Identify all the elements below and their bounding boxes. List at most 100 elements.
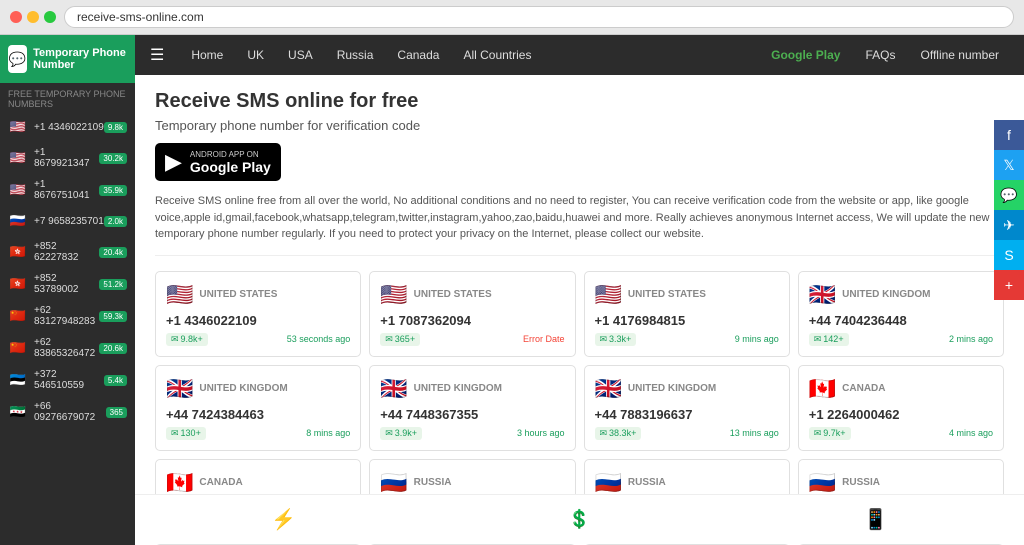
nav-right: Google Play FAQs Offline number [761,48,1009,62]
sidebar-item[interactable]: 🇸🇾 +66 09276679072 365 [0,396,135,428]
flag-icon: 🇺🇸 [8,117,28,137]
nav-link-russia[interactable]: Russia [325,35,386,75]
flag-icon: 🇷🇺 [809,470,836,496]
google-play-text: ANDROID APP ON Google Play [190,150,271,175]
time-label: 13 mins ago [730,428,779,438]
sidebar-item[interactable]: 🇺🇸 +1 8679921347 30.2k [0,142,135,174]
time-label: 3 hours ago [517,428,565,438]
message-icon: ✉ [171,428,179,439]
sidebar-phone: +66 09276679072 [34,401,106,423]
close-button[interactable] [10,11,22,23]
message-icon: ✉ [600,334,608,345]
phone-number: +44 7404236448 [809,313,993,328]
google-play-nav-link[interactable]: Google Play [761,48,850,62]
phone-card[interactable]: 🇺🇸 UNITED STATES +1 4176984815 ✉ 3.3k+ 9… [584,271,790,357]
flag-icon: 🇬🇧 [166,376,193,402]
flash-icon[interactable]: ⚡ [271,507,296,532]
minimize-button[interactable] [27,11,39,23]
phone-card[interactable]: 🇬🇧 UNITED KINGDOM +44 7448367355 ✉ 3.9k+… [369,365,575,451]
sidebar-items: 🇺🇸 +1 4346022109 9.8k 🇺🇸 +1 8679921347 3… [0,112,135,428]
time-label: 2 mins ago [949,334,993,344]
nav-link-canada[interactable]: Canada [385,35,451,75]
whatsapp-icon[interactable]: 💬 [994,180,1024,210]
address-bar[interactable]: receive-sms-online.com [64,6,1014,28]
sidebar-phone: +1 8676751041 [34,179,99,201]
message-count-badge: ✉ 9.8k+ [166,333,208,346]
maximize-button[interactable] [44,11,56,23]
sidebar-item[interactable]: 🇺🇸 +1 4346022109 9.8k [0,112,135,142]
phone-card[interactable]: 🇬🇧 UNITED KINGDOM +44 7404236448 ✉ 142+ … [798,271,1004,357]
country-label: UNITED KINGDOM [628,383,716,394]
bottom-bar: ⚡ 💲 📱 [135,494,1024,544]
phone-number: +1 4346022109 [166,313,350,328]
phone-card[interactable]: 🇺🇸 UNITED STATES +1 7087362094 ✉ 365+ Er… [369,271,575,357]
country-label: RUSSIA [414,477,452,488]
sidebar-phone: +372 546510559 [34,369,104,391]
nav-link-usa[interactable]: USA [276,35,325,75]
flag-icon: 🇺🇸 [166,282,193,308]
country-label: RUSSIA [842,477,880,488]
page-description: Receive SMS online free from all over th… [155,193,1004,256]
phone-card[interactable]: 🇬🇧 UNITED KINGDOM +44 7424384463 ✉ 130+ … [155,365,361,451]
flag-icon: 🇭🇰 [8,274,28,294]
country-label: RUSSIA [628,477,666,488]
phone-card[interactable]: 🇺🇸 UNITED STATES +1 4346022109 ✉ 9.8k+ 5… [155,271,361,357]
message-count-badge: 51.2k [99,279,127,290]
facebook-icon[interactable]: f [994,120,1024,150]
page-subtitle: Temporary phone number for verification … [155,118,1004,133]
nav-link-uk[interactable]: UK [235,35,276,75]
sidebar-phone: +1 8679921347 [34,147,99,169]
sidebar-phone: +852 62227832 [34,241,99,263]
sidebar-item[interactable]: 🇨🇳 +62 83127948283 59.3k [0,300,135,332]
mobile-icon[interactable]: 📱 [863,507,888,532]
time-label: Error Date [523,334,565,344]
time-label: 9 mins ago [735,334,779,344]
google-play-badge[interactable]: ▶ ANDROID APP ON Google Play [155,143,281,181]
country-label: UNITED KINGDOM [414,383,502,394]
message-count-badge: 2.0k [104,216,127,227]
message-count-badge: ✉ 365+ [380,333,420,346]
country-label: CANADA [842,383,885,394]
add-social-icon[interactable]: + [994,270,1024,300]
message-count-badge: ✉ 38.3k+ [595,427,642,440]
country-label: UNITED KINGDOM [842,289,930,300]
message-count-badge: 20.6k [99,343,127,354]
traffic-lights [10,11,56,23]
time-label: 4 mins ago [949,428,993,438]
phone-card[interactable]: 🇬🇧 UNITED KINGDOM +44 7883196637 ✉ 38.3k… [584,365,790,451]
nav-link-all-countries[interactable]: All Countries [451,35,543,75]
message-count-badge: ✉ 142+ [809,333,849,346]
offline-number-link[interactable]: Offline number [911,48,1010,62]
phone-number: +1 7087362094 [380,313,564,328]
sidebar-item[interactable]: 🇨🇳 +62 83865326472 20.6k [0,332,135,364]
flag-icon: 🇺🇸 [380,282,407,308]
sidebar-item[interactable]: 🇪🇪 +372 546510559 5.4k [0,364,135,396]
faqs-link[interactable]: FAQs [855,48,905,62]
flag-icon: 🇷🇺 [8,211,28,231]
telegram-icon[interactable]: ✈ [994,210,1024,240]
sidebar-item[interactable]: 🇭🇰 +852 53789002 51.2k [0,268,135,300]
menu-icon[interactable]: ☰ [150,45,164,65]
nav-left: ☰ HomeUKUSARussiaCanadaAll Countries [150,35,543,75]
country-label: UNITED STATES [414,289,492,300]
content-area: Receive SMS online for free Temporary ph… [135,75,1024,545]
flag-icon: 🇺🇸 [595,282,622,308]
phone-card[interactable]: 🇨🇦 CANADA +1 2264000462 ✉ 9.7k+ 4 mins a… [798,365,1004,451]
flag-icon: 🇨🇳 [8,338,28,358]
skype-icon[interactable]: S [994,240,1024,270]
sidebar-phone: +7 9658235701 [34,216,104,227]
twitter-icon[interactable]: 𝕏 [994,150,1024,180]
message-count-badge: 365 [106,407,127,418]
sidebar-item[interactable]: 🇭🇰 +852 62227832 20.4k [0,236,135,268]
sidebar-item[interactable]: 🇺🇸 +1 8676751041 35.9k [0,174,135,206]
no-payment-icon[interactable]: 💲 [568,509,590,530]
country-label: UNITED STATES [199,289,277,300]
flag-icon: 🇸🇾 [8,402,28,422]
page-title: Receive SMS online for free [155,90,1004,113]
nav-link-home[interactable]: Home [179,35,235,75]
flag-icon: 🇺🇸 [8,148,28,168]
message-icon: ✉ [814,428,822,439]
message-count-badge: ✉ 3.9k+ [380,427,422,440]
sidebar-item[interactable]: 🇷🇺 +7 9658235701 2.0k [0,206,135,236]
sidebar-phone: +62 83865326472 [34,337,99,359]
